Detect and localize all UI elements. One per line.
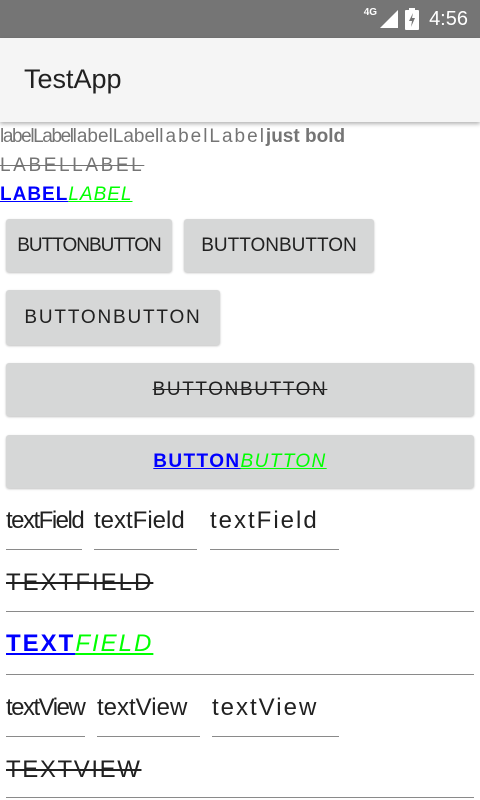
battery-icon (405, 8, 420, 30)
label-row-3: LABELLABEL (0, 184, 132, 206)
text-field-strikethrough-underline (6, 611, 474, 612)
text-view-strikethrough: TEXTVIEW (6, 756, 142, 783)
text-field-styled-underline (6, 674, 474, 675)
label-normal: labelLabel (72, 126, 160, 147)
text-field-styled-blue: TEXT (6, 630, 76, 657)
text-view-condensed: textView (6, 694, 86, 721)
button-normal[interactable]: BUTTONBUTTON (184, 219, 374, 272)
label-blue: LABEL (0, 184, 69, 205)
button-spaced[interactable]: BUTTONBUTTON (6, 290, 220, 345)
text-view-normal-underline (97, 736, 200, 737)
text-field-spaced-underline (210, 549, 339, 550)
text-field-strikethrough[interactable]: TEXTFIELD (6, 569, 153, 597)
text-view-spaced-underline (212, 736, 339, 737)
network-type: 4G (363, 6, 378, 18)
text-field-styled-green: FIELD (75, 630, 154, 657)
label-condensed: labelLabel (0, 126, 74, 147)
button-styled-blue: BUTTON (153, 450, 241, 472)
text-field-condensed-underline (6, 549, 82, 550)
text-field-normal[interactable]: textField (94, 507, 185, 535)
label-strikethrough: LABELLABEL (0, 155, 145, 176)
app-title: TestApp (24, 64, 122, 94)
button-condensed[interactable]: BUTTONBUTTON (6, 219, 172, 272)
text-view-normal: textView (97, 694, 188, 721)
text-field-normal-underline (94, 549, 197, 550)
signal-icon (380, 10, 399, 28)
label-row-1: labelLabellabelLabellabelLabeljust bold (0, 126, 345, 148)
text-field-styled[interactable]: TEXTFIELD (6, 630, 153, 658)
clock: 4:56 (429, 7, 468, 30)
status-bar: 4G 4:56 (0, 0, 480, 38)
text-view-spaced: textView (212, 694, 319, 721)
text-field-spaced[interactable]: textField (210, 507, 319, 535)
text-field-condensed[interactable]: textField (6, 507, 85, 535)
label-spaced: labelLabel (159, 126, 266, 147)
app-bar: TestApp (0, 38, 480, 122)
button-styled[interactable]: BUTTON BUTTON (6, 435, 474, 488)
label-bold: just bold (265, 126, 346, 147)
button-strikethrough[interactable]: BUTTONBUTTON (6, 363, 474, 416)
text-view-strikethrough-underline (6, 797, 474, 798)
text-view-condensed-underline (6, 736, 85, 737)
button-styled-green: BUTTON (240, 450, 327, 472)
label-green: LABEL (68, 184, 133, 205)
